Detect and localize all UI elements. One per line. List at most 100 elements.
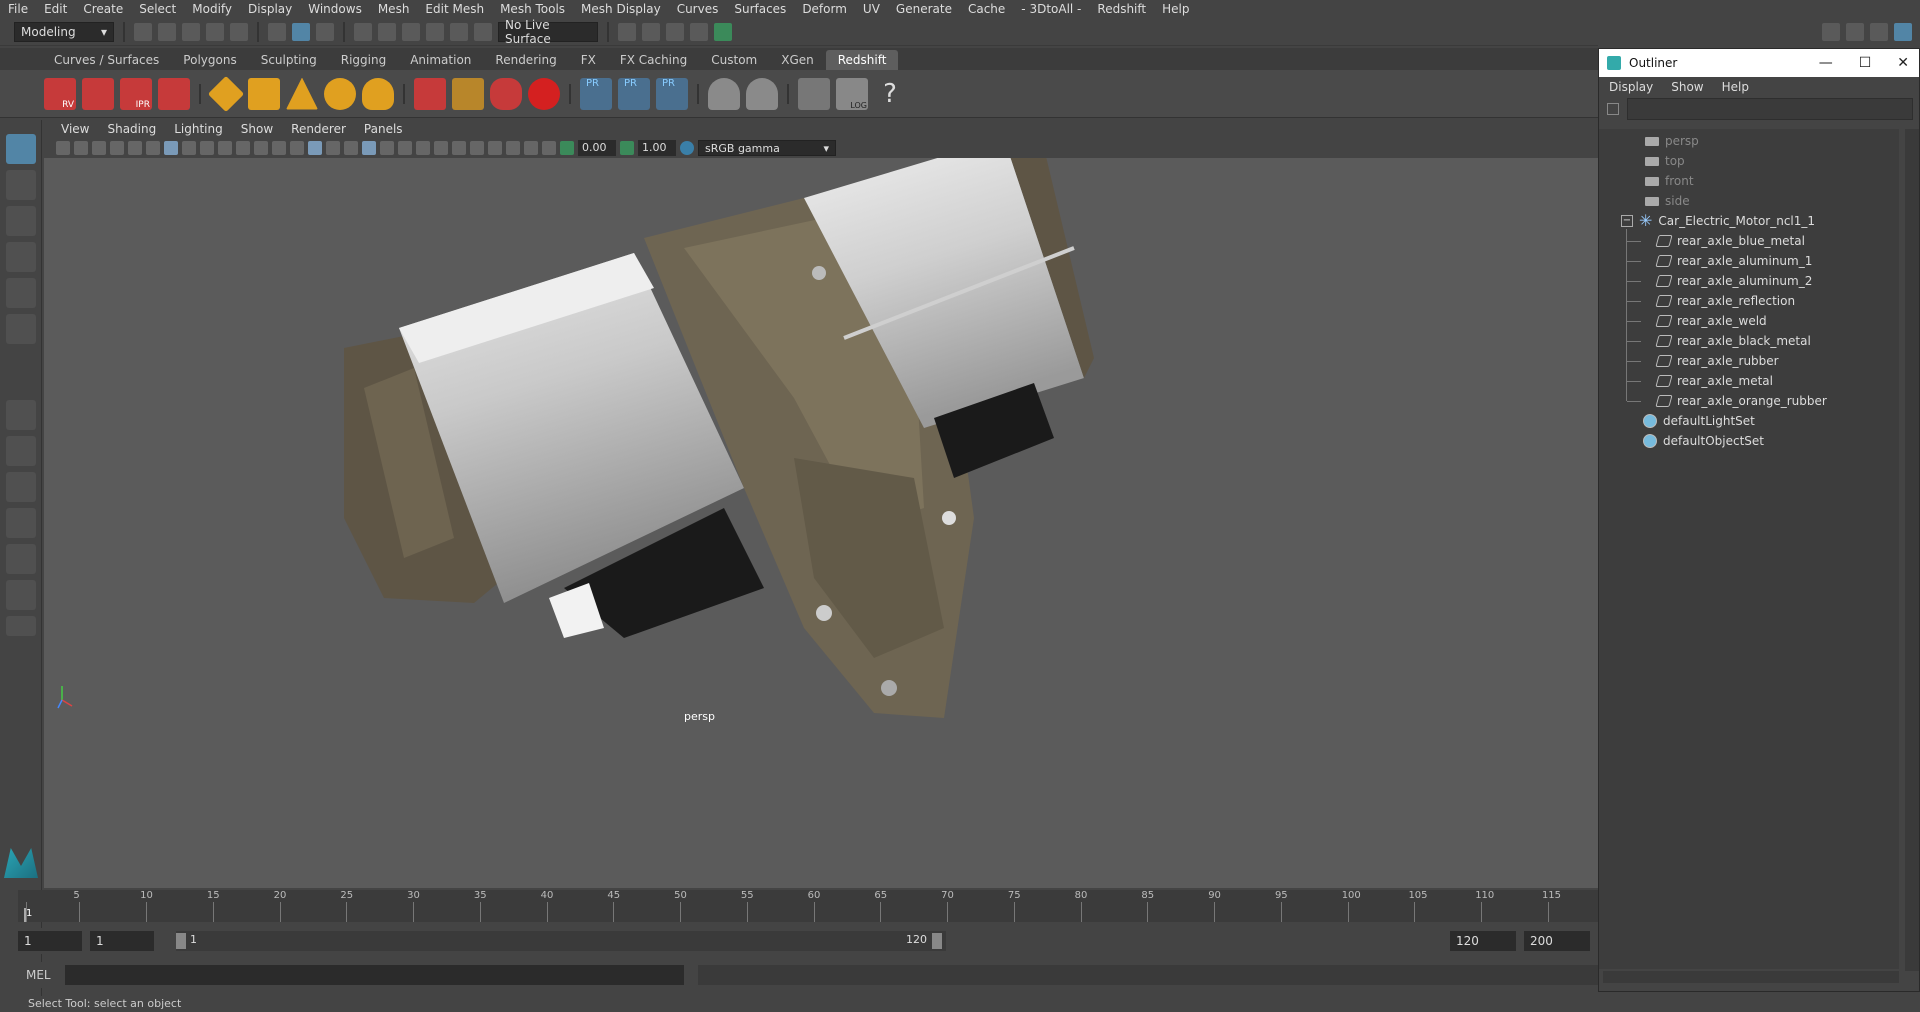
shelf-tab-fx[interactable]: FX bbox=[569, 50, 608, 70]
close-icon[interactable]: ✕ bbox=[1897, 55, 1909, 71]
paint-select-tool-icon[interactable] bbox=[6, 206, 36, 236]
panel-menu-lighting[interactable]: Lighting bbox=[165, 122, 232, 136]
channel-box-icon[interactable] bbox=[1894, 23, 1912, 41]
menu-deform[interactable]: Deform bbox=[794, 0, 855, 18]
rs-sphere-button[interactable] bbox=[528, 77, 560, 110]
current-start-field[interactable]: 1 bbox=[90, 931, 154, 951]
grease-pencil-icon[interactable] bbox=[128, 141, 142, 155]
wireframe-icon[interactable] bbox=[290, 141, 304, 155]
depth-of-field-icon[interactable] bbox=[470, 141, 484, 155]
outliner-item-mesh[interactable]: rear_axle_aluminum_1 bbox=[1655, 251, 1812, 271]
outliner-persp-layout-icon[interactable] bbox=[6, 544, 36, 574]
outliner-item-mesh[interactable]: rear_axle_metal bbox=[1655, 371, 1773, 391]
outliner-search-input[interactable] bbox=[1627, 98, 1913, 120]
menu-generate[interactable]: Generate bbox=[888, 0, 960, 18]
outliner-vertical-scrollbar[interactable] bbox=[1905, 129, 1919, 971]
snap-grid-icon[interactable] bbox=[354, 22, 372, 41]
shadows-icon[interactable] bbox=[398, 141, 412, 155]
view-transform-selector[interactable]: sRGB gamma ▾ bbox=[698, 140, 836, 156]
rotate-tool-icon[interactable] bbox=[6, 278, 36, 308]
xray-icon[interactable] bbox=[506, 141, 520, 155]
undo-icon[interactable] bbox=[206, 22, 224, 41]
persp-graph-layout-icon[interactable] bbox=[6, 580, 36, 610]
single-pane-layout-icon[interactable] bbox=[6, 400, 36, 430]
xray-components-icon[interactable] bbox=[542, 141, 556, 155]
mel-label[interactable]: MEL bbox=[26, 968, 51, 982]
exposure-field[interactable]: 0.00 bbox=[578, 140, 616, 156]
shelf-tab-custom[interactable]: Custom bbox=[699, 50, 769, 70]
rs-area-light-button[interactable] bbox=[207, 75, 245, 112]
menu-file[interactable]: File bbox=[0, 0, 36, 18]
isolate-select-icon[interactable] bbox=[488, 141, 502, 155]
menu-uv[interactable]: UV bbox=[855, 0, 888, 18]
attribute-editor-icon[interactable] bbox=[1846, 23, 1864, 41]
menu-curves[interactable]: Curves bbox=[669, 0, 727, 18]
shelf-tab-sculpting[interactable]: Sculpting bbox=[249, 50, 329, 70]
rs-log-button[interactable]: LOG bbox=[836, 77, 868, 110]
smooth-shade-icon[interactable] bbox=[308, 141, 322, 155]
shelf-tab-rendering[interactable]: Rendering bbox=[483, 50, 568, 70]
hypershade-icon[interactable] bbox=[714, 22, 732, 41]
two-pane-side-layout-icon[interactable] bbox=[6, 472, 36, 502]
outliner-horizontal-scrollbar[interactable] bbox=[1603, 971, 1899, 983]
panel-menu-shading[interactable]: Shading bbox=[98, 122, 165, 136]
ipr-render-icon[interactable] bbox=[666, 22, 684, 41]
bookmark-icon[interactable] bbox=[92, 141, 106, 155]
2d-pan-zoom-icon[interactable] bbox=[146, 141, 160, 155]
save-scene-icon[interactable] bbox=[182, 22, 200, 41]
mode-selector[interactable]: Modeling ▾ bbox=[14, 21, 114, 42]
minimize-icon[interactable]: — bbox=[1819, 55, 1833, 71]
snap-magnet-icon[interactable] bbox=[474, 22, 492, 41]
rs-pr-sync-button[interactable]: PR bbox=[656, 77, 688, 110]
gate-mask-icon[interactable] bbox=[218, 141, 232, 155]
outliner-item-camera[interactable]: front bbox=[1645, 171, 1694, 191]
four-pane-layout-icon[interactable] bbox=[6, 436, 36, 466]
time-slider[interactable]: 5 10 15 20 25 30 35 40 45 50 55 60 65 70 75 80 85 90 95 100… bbox=[18, 890, 1598, 922]
shelf-tab-fx-caching[interactable]: FX Caching bbox=[608, 50, 699, 70]
default-material-icon[interactable] bbox=[326, 141, 340, 155]
outliner-menu-help[interactable]: Help bbox=[1722, 80, 1749, 94]
open-scene-icon[interactable] bbox=[158, 22, 176, 41]
gamma-icon[interactable] bbox=[620, 141, 634, 155]
outliner-item-mesh[interactable]: rear_axle_weld bbox=[1655, 311, 1767, 331]
panel-menu-view[interactable]: View bbox=[52, 122, 98, 136]
rs-render-view-button[interactable]: RV bbox=[44, 77, 76, 110]
select-object-icon[interactable] bbox=[292, 22, 310, 41]
outliner-menu-display[interactable]: Display bbox=[1609, 80, 1653, 94]
safe-action-icon[interactable] bbox=[254, 141, 268, 155]
color-management-icon[interactable] bbox=[680, 141, 694, 155]
range-start-handle[interactable] bbox=[176, 933, 186, 949]
end-frame-field[interactable]: 120 bbox=[1450, 931, 1516, 951]
textured-icon[interactable] bbox=[344, 141, 358, 155]
range-end-handle[interactable] bbox=[932, 933, 942, 949]
snap-view-icon[interactable] bbox=[426, 22, 444, 41]
outliner-item-camera[interactable]: side bbox=[1645, 191, 1690, 211]
two-pane-stacked-layout-icon[interactable] bbox=[6, 508, 36, 538]
rs-pr-export-button[interactable]: PR bbox=[580, 77, 612, 110]
menu-help[interactable]: Help bbox=[1154, 0, 1197, 18]
snap-curve-icon[interactable] bbox=[378, 22, 396, 41]
maximize-icon[interactable]: ☐ bbox=[1859, 55, 1872, 71]
outliner-item-mesh[interactable]: rear_axle_orange_rubber bbox=[1655, 391, 1827, 411]
panel-menu-renderer[interactable]: Renderer bbox=[282, 122, 355, 136]
rs-portal-light-button[interactable] bbox=[248, 77, 280, 110]
motion-blur-icon[interactable] bbox=[434, 141, 448, 155]
gamma-field[interactable]: 1.00 bbox=[638, 140, 676, 156]
rs-script-button[interactable] bbox=[798, 77, 830, 110]
rs-sun-sky-button[interactable] bbox=[362, 77, 394, 110]
select-tool-icon[interactable] bbox=[6, 134, 36, 164]
xray-joints-icon[interactable] bbox=[524, 141, 538, 155]
use-all-lights-icon[interactable] bbox=[380, 141, 394, 155]
menu-display[interactable]: Display bbox=[240, 0, 300, 18]
start-frame-field[interactable]: 1 bbox=[18, 931, 82, 951]
menu-select[interactable]: Select bbox=[131, 0, 184, 18]
outliner-menu-show[interactable]: Show bbox=[1671, 80, 1703, 94]
render-settings-icon[interactable] bbox=[618, 22, 636, 41]
menu-mesh[interactable]: Mesh bbox=[370, 0, 418, 18]
collapse-icon[interactable]: − bbox=[1621, 215, 1633, 227]
rs-spot-light-button[interactable] bbox=[286, 77, 318, 110]
max-frame-field[interactable]: 200 bbox=[1524, 931, 1590, 951]
outliner-item-mesh[interactable]: rear_axle_aluminum_2 bbox=[1655, 271, 1812, 291]
range-slider-track[interactable]: 1 120 bbox=[176, 931, 946, 951]
move-tool-icon[interactable] bbox=[6, 242, 36, 272]
